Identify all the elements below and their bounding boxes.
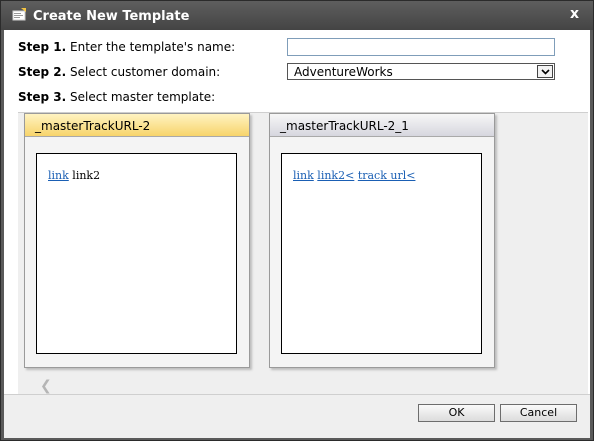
preview-link[interactable]: track url< [358,169,416,182]
step-3-text: Select master template: [70,90,216,104]
domain-selected-value: AdventureWorks [294,65,393,79]
step-3-prefix: Step 3. [18,90,67,104]
template-card[interactable]: _masterTrackURL-2 link link2 [24,113,250,368]
cancel-button[interactable]: Cancel [500,404,577,422]
template-card[interactable]: _masterTrackURL-2_1 link link2< track ur… [269,113,495,368]
preview-content: link link2 [48,169,100,182]
template-preview: link link2 [36,153,237,354]
step-2-label: Step 2. Select customer domain: [18,65,220,79]
preview-link[interactable]: link [48,169,69,182]
close-button[interactable]: x [570,6,579,22]
preview-link[interactable]: link2< [317,169,354,182]
preview-text: link2 [72,169,101,182]
step-3-label: Step 3. Select master template: [18,90,215,104]
step-1-prefix: Step 1. [18,40,67,54]
template-card-title: _masterTrackURL-2_1 [270,114,494,137]
chevron-down-icon [541,69,550,75]
step-1-label: Step 1. Enter the template's name: [18,40,235,54]
template-name-input[interactable] [287,38,555,56]
step-2-prefix: Step 2. [18,65,67,79]
template-card-title: _masterTrackURL-2 [25,114,249,137]
scroll-left-arrow-icon[interactable]: ❮ [40,378,52,394]
domain-dropdown-button[interactable] [537,65,553,78]
dialog-body: Step 1. Enter the template's name: Step … [4,30,590,438]
dialog-footer: OK Cancel [4,394,590,438]
customer-domain-select[interactable]: AdventureWorks [287,63,555,80]
ok-button[interactable]: OK [418,404,495,422]
step-2-text: Select customer domain: [70,65,221,79]
create-template-dialog: Create New Template x Step 1. Enter the … [0,0,594,441]
master-template-gallery: _masterTrackURL-2 link link2 _masterTrac… [18,112,588,396]
preview-link[interactable]: link [293,169,314,182]
template-icon [12,8,26,21]
dialog-title: Create New Template [33,9,190,24]
title-bar[interactable]: Create New Template x [1,1,593,30]
template-preview: link link2< track url< [281,153,482,354]
step-1-text: Enter the template's name: [70,40,236,54]
preview-content: link link2< track url< [293,169,415,182]
